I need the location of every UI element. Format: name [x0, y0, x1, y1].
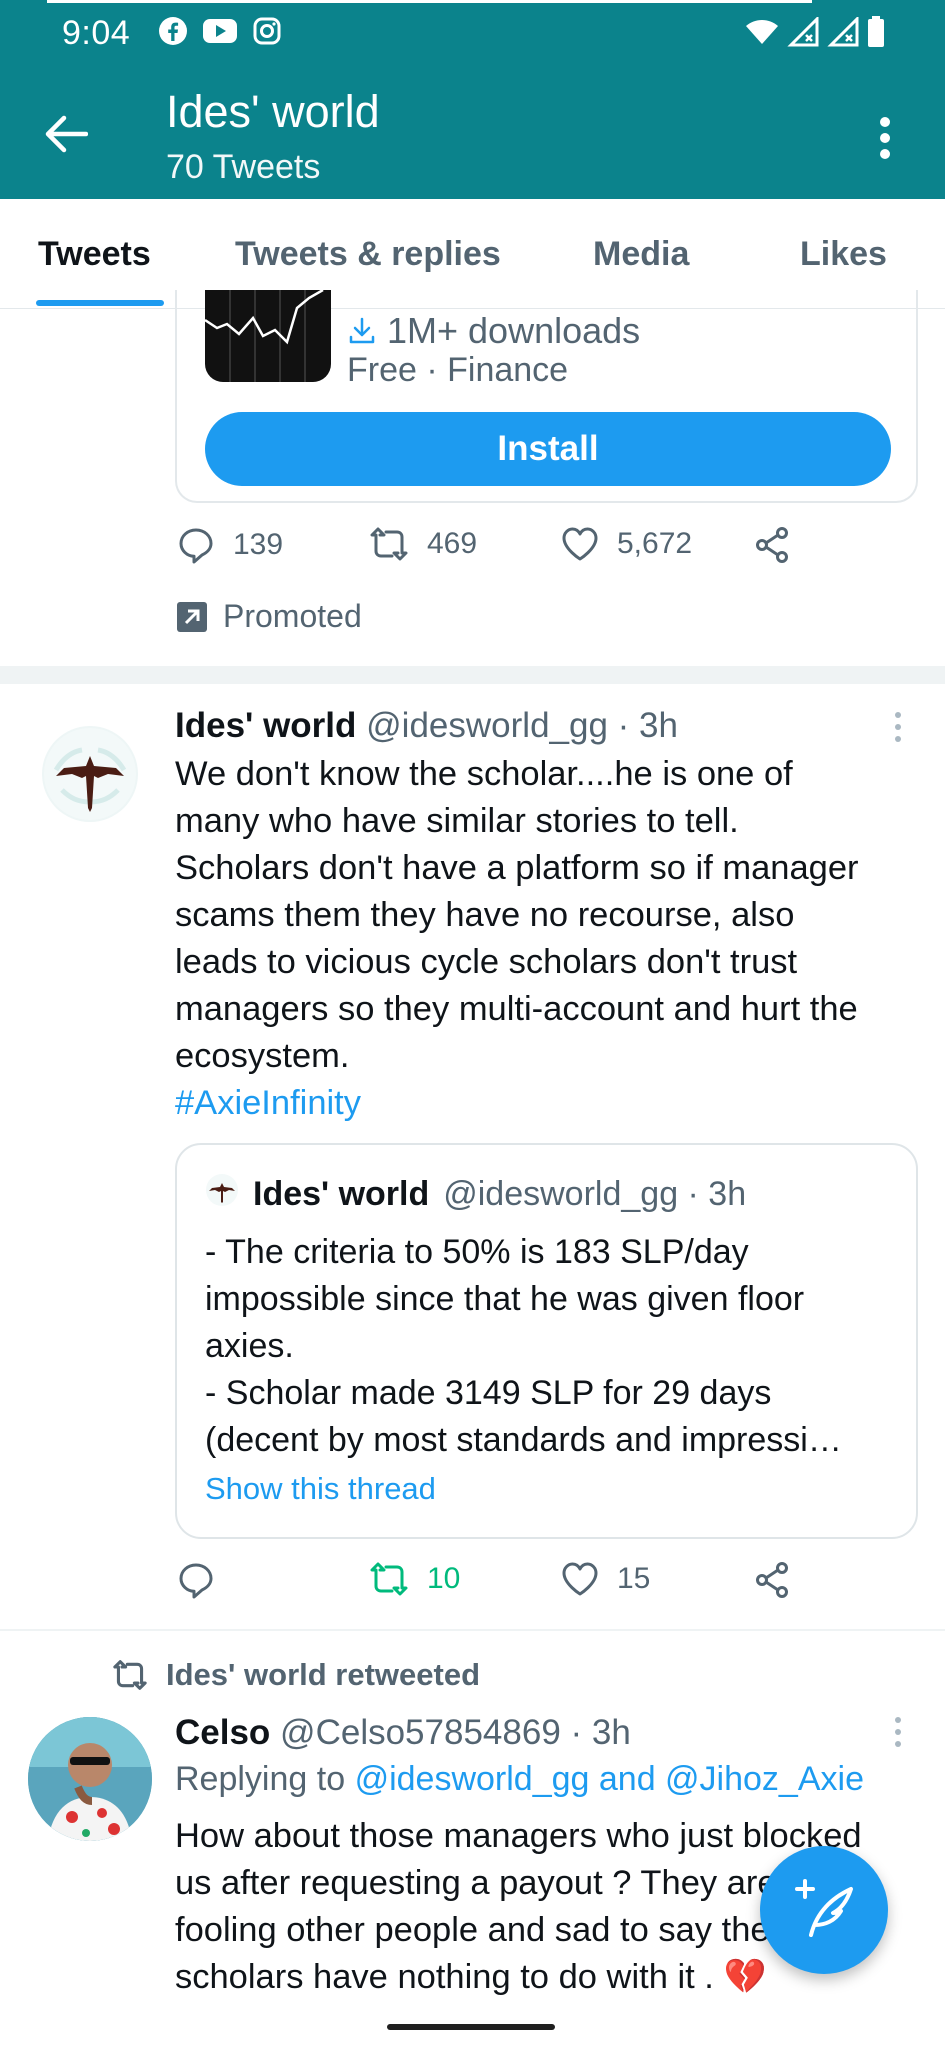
author-name[interactable]: Celso — [175, 1713, 270, 1752]
section-separator — [0, 666, 945, 684]
retweet-icon — [113, 1660, 147, 1690]
signal-icon — [827, 15, 859, 52]
download-icon — [349, 317, 375, 344]
share-button[interactable] — [753, 1561, 791, 1599]
signal-icon — [787, 15, 819, 52]
replying-to-users[interactable]: @idesworld_gg and @Jihoz_Axie — [355, 1760, 864, 1798]
tweet-line: ecosystem. — [175, 1037, 350, 1075]
dragon-logo-icon — [206, 1174, 238, 1206]
retweet-banner[interactable]: Ides' world retweeted — [112, 1657, 480, 1693]
avatar[interactable] — [42, 726, 138, 822]
reply-icon — [179, 528, 213, 564]
app-header: 9:04 Ides' world 70 Tweets — [0, 0, 945, 199]
retweet-count: 10 — [427, 1562, 461, 1595]
app-meta: Free · Finance — [347, 351, 569, 389]
tweet-text: We don't know the scholar....he is one o… — [175, 751, 915, 1127]
quoted-tweet[interactable]: Ides' world @idesworld_gg · 3h - The cri… — [175, 1143, 918, 1539]
like-count: 5,672 — [617, 527, 693, 560]
heart-icon — [562, 527, 598, 561]
instagram-icon — [252, 16, 282, 51]
status-bar: 9:04 — [0, 0, 945, 66]
tweet-line: many who have similar stories to tell. — [175, 802, 739, 840]
retweet-icon — [370, 527, 408, 561]
youtube-icon — [202, 17, 238, 50]
finance-chart-icon — [205, 290, 324, 382]
reply-button[interactable]: 139 — [177, 526, 283, 564]
tweet-count: 70 Tweets — [166, 148, 321, 186]
tweet-action-bar: 10 15 — [175, 1561, 895, 1611]
retweet-count: 469 — [427, 527, 478, 560]
retweet-banner-text: Ides' world retweeted — [166, 1657, 481, 1692]
battery-icon — [867, 16, 885, 53]
like-count: 15 — [617, 1562, 651, 1595]
retweet-icon — [370, 1562, 408, 1596]
retweet-button[interactable]: 10 — [369, 1561, 460, 1597]
back-button[interactable] — [40, 108, 92, 160]
status-time: 9:04 — [62, 14, 131, 52]
reply-count: 139 — [233, 528, 284, 561]
author-name[interactable]: Ides' world — [175, 706, 356, 745]
promoted-text: Promoted — [223, 598, 362, 634]
notification-icons — [158, 16, 282, 51]
overflow-menu-button[interactable] — [865, 108, 905, 168]
more-vertical-icon — [880, 117, 890, 159]
facebook-icon — [158, 16, 188, 51]
install-button[interactable]: Install — [205, 412, 891, 486]
tweet-header: Ides' world @idesworld_gg · 3h — [175, 706, 678, 746]
promoted-icon — [177, 601, 207, 632]
quoted-tweet-text: - The criteria to 50% is 183 SLP/day imp… — [205, 1233, 842, 1459]
active-tab-indicator — [36, 300, 164, 306]
tab-tweets-replies[interactable]: Tweets & replies — [235, 235, 501, 274]
download-count-label: 1M+ downloads — [387, 310, 641, 351]
author-handle-time: @idesworld_gg · 3h — [366, 706, 678, 745]
promoted-app-card[interactable]: 1M+ downloads Free · Finance Install — [175, 290, 918, 503]
gesture-nav-bar[interactable] — [387, 2024, 555, 2030]
tab-media[interactable]: Media — [593, 235, 689, 274]
broken-heart-emoji: 💔 — [723, 1958, 767, 1996]
compose-tweet-button[interactable] — [760, 1846, 888, 1974]
quoted-author-handle-time: @idesworld_gg · 3h — [443, 1175, 747, 1213]
reply-button[interactable] — [177, 1561, 233, 1599]
arrow-left-icon — [45, 115, 88, 153]
author-handle-time: @Celso57854869 · 3h — [280, 1713, 631, 1752]
tweet-line: Scholars don't have a platform so if man… — [175, 849, 859, 887]
tweet-line: We don't know the scholar....he is one o… — [175, 755, 793, 793]
replying-to: Replying to @idesworld_gg and @Jihoz_Axi… — [175, 1760, 864, 1799]
profile-title: Ides' world — [166, 86, 380, 137]
show-thread-link[interactable]: Show this thread — [205, 1471, 436, 1507]
like-button[interactable]: 5,672 — [561, 526, 692, 562]
reply-icon — [179, 1563, 213, 1599]
like-button[interactable]: 15 — [561, 1561, 650, 1597]
tweet-line: scholars have nothing to do with it . — [175, 1958, 724, 1996]
dragon-logo-icon — [44, 728, 136, 820]
compose-tweet-icon — [795, 1879, 853, 1937]
wifi-icon — [745, 18, 779, 51]
tweet-line: leads to vicious cycle scholars don't tr… — [175, 943, 798, 981]
tab-tweets[interactable]: Tweets — [38, 235, 151, 274]
app-icon — [205, 290, 331, 382]
hashtag-link[interactable]: #AxieInfinity — [175, 1080, 915, 1127]
tweet-line: scams them they have no recourse, also — [175, 896, 795, 934]
download-count: 1M+ downloads — [347, 310, 640, 352]
tweet-menu-button[interactable] — [888, 702, 908, 752]
heart-icon — [562, 1562, 598, 1596]
replying-to-prefix: Replying to — [175, 1760, 346, 1798]
tweet-header: Celso @Celso57854869 · 3h — [175, 1713, 631, 1753]
avatar[interactable] — [28, 1717, 152, 1841]
tweet-line: managers so they multi-account and hurt … — [175, 990, 858, 1028]
tweet-divider — [0, 1629, 945, 1631]
share-icon — [756, 1562, 788, 1598]
retweet-button[interactable]: 469 — [369, 526, 477, 562]
tab-likes[interactable]: Likes — [800, 235, 887, 274]
share-icon — [756, 527, 788, 563]
ad-action-bar: 139 469 5,672 — [175, 526, 895, 576]
quoted-author-name: Ides' world — [253, 1175, 430, 1213]
promoted-label[interactable]: Promoted — [175, 598, 362, 635]
user-photo-icon — [28, 1717, 152, 1841]
share-button[interactable] — [753, 526, 791, 564]
tweet-menu-button[interactable] — [888, 1707, 908, 1757]
system-icons — [745, 15, 885, 53]
quoted-tweet-header: Ides' world @idesworld_gg · 3h — [205, 1173, 746, 1216]
quoted-avatar — [205, 1173, 239, 1216]
